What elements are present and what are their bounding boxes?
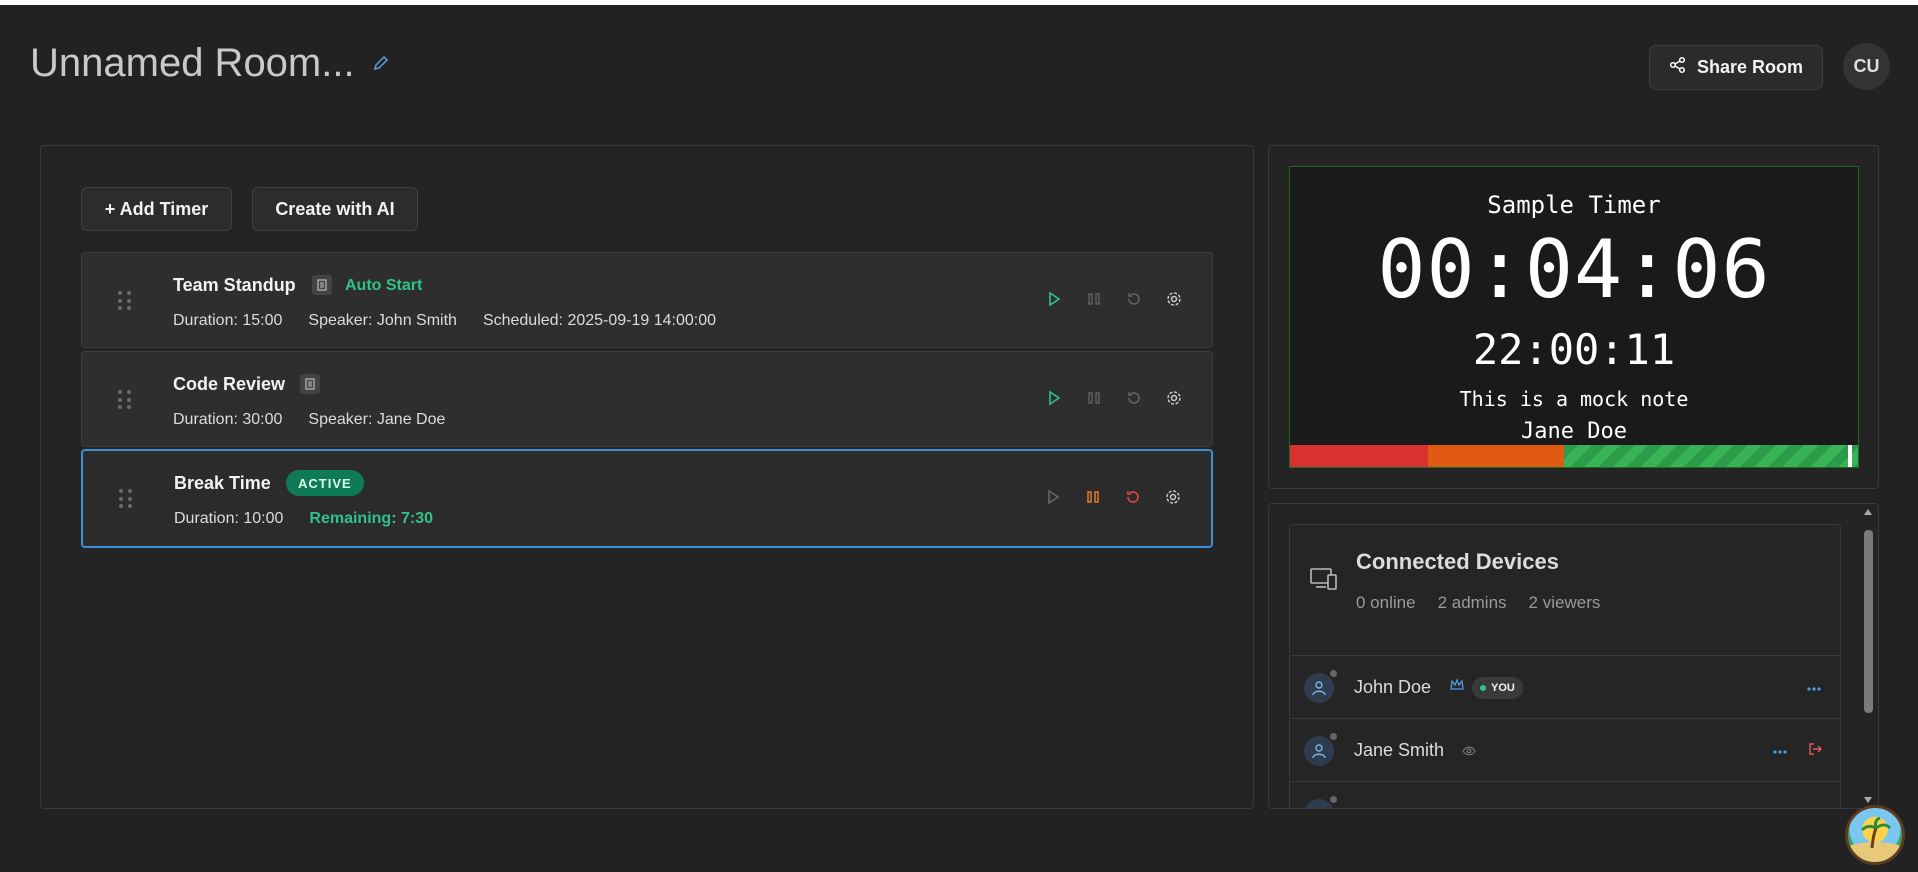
user-avatar-icon	[1304, 736, 1334, 766]
timer-meta: Duration: 15:00 Speaker: John Smith Sche…	[173, 312, 716, 330]
user-avatar-icon	[1304, 673, 1334, 703]
kick-user-icon[interactable]	[1808, 742, 1822, 761]
admins-count: 2 admins	[1437, 593, 1507, 612]
progress-segment-orange	[1428, 445, 1564, 467]
user-avatar[interactable]: CU	[1843, 43, 1890, 90]
drag-handle-icon[interactable]	[118, 291, 132, 311]
timer-duration: Duration: 15:00	[173, 312, 283, 329]
preview-speaker: Jane Doe	[1521, 419, 1627, 444]
progress-marker	[1848, 445, 1852, 467]
device-row-partial	[1290, 781, 1840, 808]
you-badge-label: YOU	[1491, 682, 1515, 694]
add-timer-button[interactable]: + Add Timer	[81, 187, 232, 231]
play-icon[interactable]	[1046, 390, 1062, 406]
more-options-icon[interactable]	[1806, 679, 1822, 697]
timer-meta: Duration: 30:00 Speaker: Jane Doe	[173, 411, 445, 429]
note-icon[interactable]	[312, 275, 332, 295]
timers-panel: + Add Timer Create with AI Team Standup …	[40, 145, 1254, 809]
device-row-jane-smith: Jane Smith	[1290, 718, 1840, 781]
more-options-icon[interactable]	[1772, 742, 1788, 761]
preview-progress-bar	[1290, 445, 1858, 467]
row-actions	[1772, 742, 1822, 761]
scrollbar-thumb[interactable]	[1864, 530, 1873, 713]
status-dot	[1330, 670, 1337, 677]
status-dot	[1330, 733, 1337, 740]
share-icon	[1669, 56, 1687, 79]
share-room-label: Share Room	[1696, 57, 1804, 77]
reset-icon[interactable]	[1125, 489, 1141, 505]
timer-meta: Duration: 10:00 Remaining: 7:30	[174, 510, 433, 528]
drag-handle-icon[interactable]	[118, 390, 132, 410]
drag-handle-icon[interactable]	[119, 489, 133, 509]
palm-beach-icon	[1848, 816, 1902, 862]
timer-remaining: Remaining: 7:30	[309, 510, 433, 527]
preview-countdown: 00:04:06	[1377, 223, 1771, 316]
device-row-john-doe: John Doe YOU	[1290, 655, 1840, 718]
online-count: 0 online	[1356, 593, 1416, 612]
timer-scheduled: Scheduled: 2025-09-19 14:00:00	[482, 312, 717, 329]
devices-scrollbar[interactable]	[1862, 508, 1874, 806]
pencil-icon[interactable]	[373, 55, 391, 73]
settings-gear-icon[interactable]	[1165, 489, 1181, 505]
timer-controls	[1045, 489, 1181, 505]
timer-duration: Duration: 30:00	[173, 411, 283, 428]
devices-title: Connected Devices	[1356, 549, 1559, 574]
connected-devices-panel: Connected Devices 0 online 2 admins 2 vi…	[1268, 503, 1879, 809]
devices-stats: 0 online 2 admins 2 viewers	[1356, 593, 1600, 613]
room-title: Unnamed Room...	[30, 41, 391, 86]
timer-name: Code Review	[173, 374, 286, 394]
reset-icon[interactable]	[1126, 291, 1142, 307]
timer-card-break-time[interactable]: Break Time ACTIVE Duration: 10:00 Remain…	[81, 449, 1213, 548]
progress-segment-green	[1564, 445, 1858, 467]
pause-icon[interactable]	[1085, 489, 1101, 505]
devices-icon	[1310, 567, 1338, 591]
timer-duration: Duration: 10:00	[174, 510, 284, 527]
timer-card-team-standup[interactable]: Team Standup Auto Start Duration: 15:00 …	[81, 252, 1213, 348]
timer-name: Break Time	[174, 473, 271, 493]
scroll-up-arrow-icon[interactable]	[1862, 508, 1874, 518]
share-room-button[interactable]: Share Room	[1649, 45, 1823, 90]
row-actions	[1806, 679, 1822, 697]
active-badge: ACTIVE	[286, 470, 364, 496]
you-badge: YOU	[1472, 677, 1523, 699]
timer-speaker: Speaker: John Smith	[308, 312, 457, 329]
note-icon[interactable]	[300, 374, 320, 394]
settings-gear-icon[interactable]	[1166, 291, 1182, 307]
timer-controls	[1046, 291, 1182, 307]
device-user-name: Jane Smith	[1354, 740, 1445, 760]
room-title-text: Unnamed Room...	[30, 41, 355, 85]
create-with-ai-button[interactable]: Create with AI	[252, 187, 418, 231]
settings-gear-icon[interactable]	[1166, 390, 1182, 406]
device-user-name: John Doe	[1354, 677, 1432, 697]
preview-note: This is a mock note	[1459, 387, 1689, 411]
timer-card-code-review[interactable]: Code Review Duration: 30:00 Speaker: Jan…	[81, 351, 1213, 447]
viewers-count: 2 viewers	[1528, 593, 1601, 612]
auto-start-tag: Auto Start	[345, 277, 423, 294]
pause-icon[interactable]	[1086, 291, 1102, 307]
play-icon[interactable]	[1046, 291, 1062, 307]
timer-name: Team Standup	[173, 275, 296, 295]
connected-devices-card: Connected Devices 0 online 2 admins 2 vi…	[1289, 524, 1841, 808]
progress-segment-red	[1290, 445, 1428, 467]
play-icon[interactable]	[1045, 489, 1061, 505]
timer-controls	[1046, 390, 1182, 406]
floating-assistant-button[interactable]	[1845, 805, 1905, 865]
eye-icon	[1462, 743, 1476, 761]
reset-icon[interactable]	[1126, 390, 1142, 406]
preview-clock: 22:00:11	[1472, 325, 1676, 374]
crown-icon	[1450, 678, 1464, 697]
preview-title: Sample Timer	[1487, 191, 1661, 219]
timer-preview-display: Sample Timer 00:04:06 22:00:11 This is a…	[1289, 166, 1859, 468]
timer-preview-panel: Sample Timer 00:04:06 22:00:11 This is a…	[1268, 145, 1879, 489]
pause-icon[interactable]	[1086, 390, 1102, 406]
status-dot	[1330, 796, 1337, 803]
timer-speaker: Speaker: Jane Doe	[308, 411, 446, 428]
